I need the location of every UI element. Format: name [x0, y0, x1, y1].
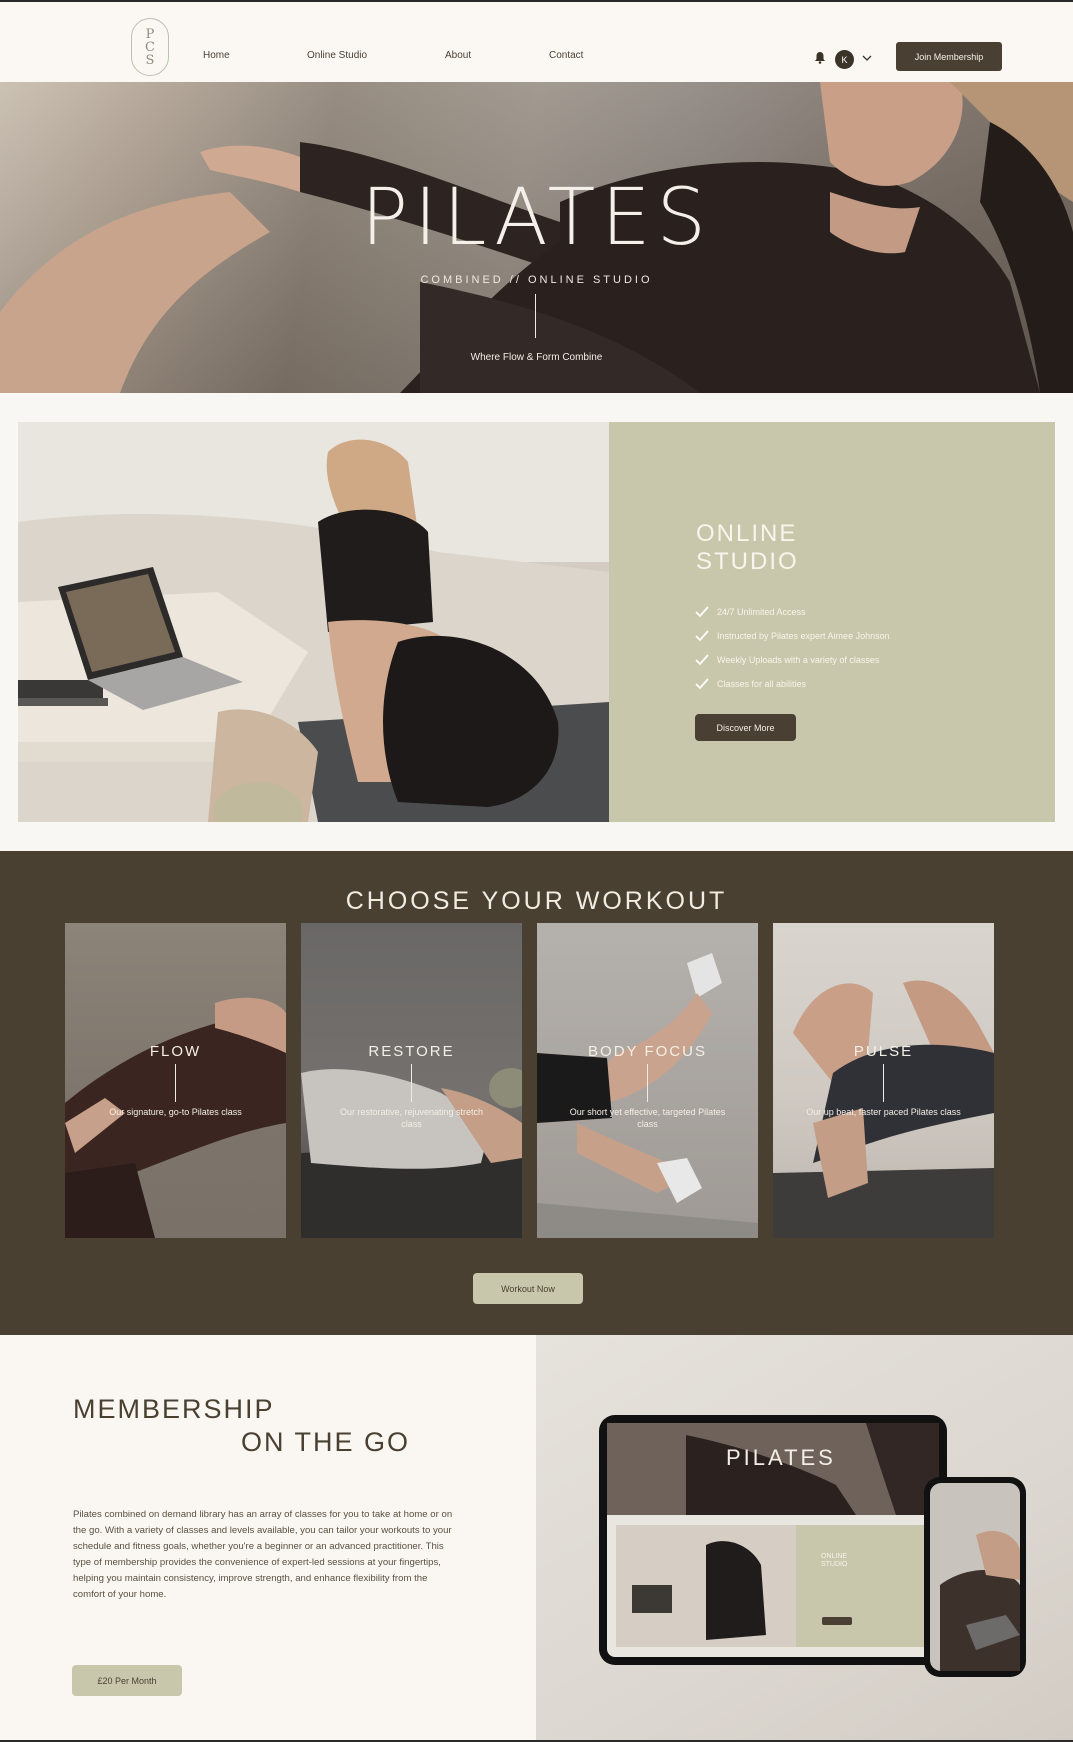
- online-studio-title: ONLINE STUDIO: [696, 520, 799, 576]
- card-description: Our restorative, rejuvenating stretch cl…: [339, 1107, 484, 1129]
- check-icon: [695, 654, 709, 666]
- price-button[interactable]: £20 Per Month: [72, 1665, 182, 1696]
- card-divider: [647, 1064, 648, 1102]
- mockup-studio-title-line1: ONLINE: [821, 1553, 848, 1560]
- workout-card-restore[interactable]: RESTORE Our restorative, rejuvenating st…: [301, 923, 522, 1238]
- feature-item: Instructed by Pilates expert Aimee Johns…: [695, 624, 890, 648]
- hero-tagline: Where Flow & Form Combine: [470, 352, 603, 363]
- card-divider: [175, 1064, 176, 1102]
- workout-title: CHOOSE YOUR WORKOUT: [345, 887, 728, 915]
- discover-more-button[interactable]: Discover More: [695, 714, 796, 741]
- feature-label: Classes for all abilities: [717, 679, 807, 689]
- online-studio-photo: [18, 422, 609, 822]
- check-icon: [695, 630, 709, 642]
- online-studio-title-line2: STUDIO: [696, 548, 799, 575]
- membership-description: Pilates combined on demand library has a…: [73, 1509, 453, 1600]
- nav-online-studio[interactable]: Online Studio: [307, 50, 367, 61]
- online-studio-title-line1: ONLINE: [696, 520, 798, 547]
- card-description: Our up beat, faster paced Pilates class: [806, 1107, 961, 1117]
- site-header: PCS Home Online Studio About Contact K J…: [0, 2, 1073, 82]
- hero-banner: PILATES COMBINED // ONLINE STUDIO Where …: [0, 82, 1073, 393]
- workout-card-body-focus[interactable]: BODY FOCUS Our short yet effective, targ…: [537, 923, 758, 1238]
- chevron-down-icon[interactable]: [862, 54, 872, 62]
- card-title: BODY FOCUS: [588, 1043, 707, 1060]
- workout-now-button[interactable]: Workout Now: [473, 1273, 583, 1304]
- workout-card-flow[interactable]: FLOW Our signature, go-to Pilates class: [65, 923, 286, 1238]
- feature-list: 24/7 Unlimited Access Instructed by Pila…: [695, 600, 890, 696]
- studio-illustration: [18, 422, 609, 822]
- mockup-studio-title-line2: STUDIO: [821, 1561, 848, 1568]
- membership-title-line2: ON THE GO: [241, 1427, 411, 1457]
- workout-section: CHOOSE YOUR WORKOUT FLOW Our signature, …: [0, 851, 1073, 1335]
- card-divider: [411, 1064, 412, 1102]
- check-icon: [695, 606, 709, 618]
- card-divider: [883, 1064, 884, 1102]
- nav-about[interactable]: About: [445, 50, 471, 61]
- bell-icon[interactable]: [814, 51, 826, 64]
- feature-label: 24/7 Unlimited Access: [717, 607, 806, 617]
- card-title: PULSE: [853, 1043, 914, 1060]
- device-mockup-panel: PILATES ONLINE STUDIO: [536, 1335, 1073, 1740]
- feature-label: Instructed by Pilates expert Aimee Johns…: [717, 631, 890, 641]
- card-title: FLOW: [149, 1043, 202, 1060]
- check-icon: [695, 678, 709, 690]
- logo-text: PCS: [145, 26, 155, 68]
- online-studio-panel: ONLINE STUDIO 24/7 Unlimited Access Inst…: [609, 422, 1055, 822]
- membership-title-line1: MEMBERSHIP: [73, 1394, 275, 1424]
- device-mockup: [599, 1415, 1026, 1677]
- join-membership-button[interactable]: Join Membership: [896, 42, 1002, 71]
- feature-item: Weekly Uploads with a variety of classes: [695, 648, 890, 672]
- nav-contact[interactable]: Contact: [549, 50, 583, 61]
- avatar[interactable]: K: [835, 50, 854, 69]
- hero-divider: [535, 294, 536, 338]
- hero-subtitle: COMBINED // ONLINE STUDIO: [420, 274, 653, 286]
- card-title: RESTORE: [368, 1043, 455, 1060]
- mockup-title: PILATES: [726, 1445, 836, 1470]
- workout-card-pulse[interactable]: PULSE Our up beat, faster paced Pilates …: [773, 923, 994, 1238]
- card-description: Our signature, go-to Pilates class: [109, 1107, 242, 1117]
- nav-home[interactable]: Home: [203, 50, 230, 61]
- feature-label: Weekly Uploads with a variety of classes: [717, 655, 880, 665]
- feature-item: Classes for all abilities: [695, 672, 890, 696]
- feature-item: 24/7 Unlimited Access: [695, 600, 890, 624]
- page: PCS Home Online Studio About Contact K J…: [0, 0, 1073, 1742]
- card-description: Our short yet effective, targeted Pilate…: [569, 1107, 726, 1129]
- avatar-initial: K: [841, 54, 848, 65]
- logo[interactable]: PCS: [131, 18, 169, 76]
- mockup-studio-title: ONLINE STUDIO: [821, 1553, 847, 1569]
- hero-title: PILATES: [360, 173, 713, 263]
- membership-section: MEMBERSHIP ON THE GO Pilates combined on…: [0, 1335, 536, 1740]
